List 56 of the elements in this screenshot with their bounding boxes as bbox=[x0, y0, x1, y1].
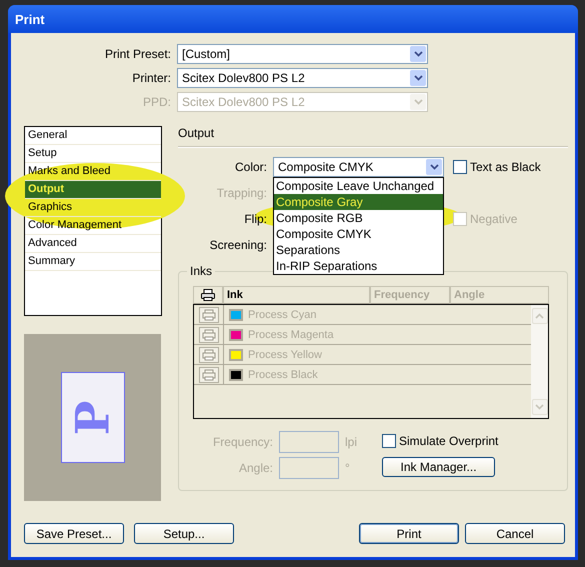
sidebar-item[interactable]: Summary bbox=[25, 253, 161, 271]
caret-icon bbox=[410, 70, 426, 86]
dropdown-option[interactable]: Composite Gray bbox=[274, 194, 443, 210]
checkbox[interactable] bbox=[453, 160, 467, 174]
scroll-down-icon[interactable] bbox=[532, 399, 548, 415]
ink-name: Process Black bbox=[248, 368, 318, 380]
dialog-button[interactable]: Cancel bbox=[465, 523, 565, 544]
column-header[interactable] bbox=[193, 286, 223, 304]
angle-field[interactable] bbox=[279, 457, 339, 479]
printer-icon[interactable] bbox=[198, 366, 218, 382]
scrollbar[interactable] bbox=[531, 305, 548, 418]
ink-name: Process Yellow bbox=[248, 348, 322, 360]
printer-icon[interactable] bbox=[198, 346, 218, 362]
frequency-field[interactable] bbox=[279, 431, 339, 453]
unit-label: lpi bbox=[345, 435, 358, 449]
unit-label: ° bbox=[345, 461, 350, 475]
field-label: Printer: bbox=[131, 71, 172, 85]
dropdown-option[interactable]: Separations bbox=[274, 242, 443, 258]
sidebar-item[interactable]: Output bbox=[25, 181, 161, 199]
field-label: PPD: bbox=[142, 95, 172, 109]
printer-icon bbox=[201, 289, 215, 301]
column-header[interactable]: Ink bbox=[223, 286, 370, 304]
ink-name: Process Cyan bbox=[248, 308, 316, 320]
field-label: Frequency: bbox=[212, 435, 274, 449]
dropdown[interactable]: [Custom] bbox=[177, 44, 428, 64]
field-label: Angle: bbox=[238, 461, 274, 475]
dropdown-option[interactable]: In-RIP Separations bbox=[274, 258, 443, 274]
ink-name: Process Magenta bbox=[248, 328, 334, 340]
preview-glyph: P bbox=[70, 400, 116, 435]
sidebar-item[interactable]: Advanced bbox=[25, 235, 161, 253]
dropdown-option[interactable]: Composite Leave Unchanged bbox=[274, 178, 443, 194]
dialog-button[interactable]: Print bbox=[359, 523, 459, 544]
checkbox[interactable] bbox=[382, 434, 396, 448]
checkbox-label: Text as Black bbox=[470, 160, 541, 174]
ink-manager-button[interactable]: Ink Manager... bbox=[382, 457, 496, 477]
dialog-button[interactable]: Setup... bbox=[134, 523, 234, 544]
dropdown-option[interactable]: Composite RGB bbox=[274, 210, 443, 226]
section-title: Output bbox=[178, 126, 214, 140]
caret-icon bbox=[410, 94, 426, 110]
group-title: Inks bbox=[187, 264, 216, 278]
printer-icon[interactable] bbox=[198, 326, 218, 342]
checkbox-label: Simulate Overprint bbox=[399, 434, 498, 448]
color-dropdown[interactable]: Composite CMYK bbox=[273, 157, 444, 177]
caret-icon bbox=[410, 46, 426, 62]
dropdown[interactable]: Scitex Dolev800 PS L2 bbox=[177, 68, 428, 88]
field-label: Color: bbox=[234, 160, 268, 174]
field-label: Screening: bbox=[208, 238, 268, 252]
scroll-up-icon[interactable] bbox=[532, 308, 548, 324]
checkbox-label: Negative bbox=[470, 212, 518, 226]
field-label: Print Preset: bbox=[104, 47, 172, 61]
window-title: Print bbox=[15, 12, 45, 26]
dialog-button[interactable]: Save Preset... bbox=[24, 523, 124, 544]
sidebar-item[interactable]: General bbox=[25, 127, 161, 145]
dropdown-option[interactable]: Composite CMYK bbox=[274, 226, 443, 242]
caret-icon bbox=[426, 159, 442, 175]
field-label: Trapping: bbox=[216, 186, 268, 200]
